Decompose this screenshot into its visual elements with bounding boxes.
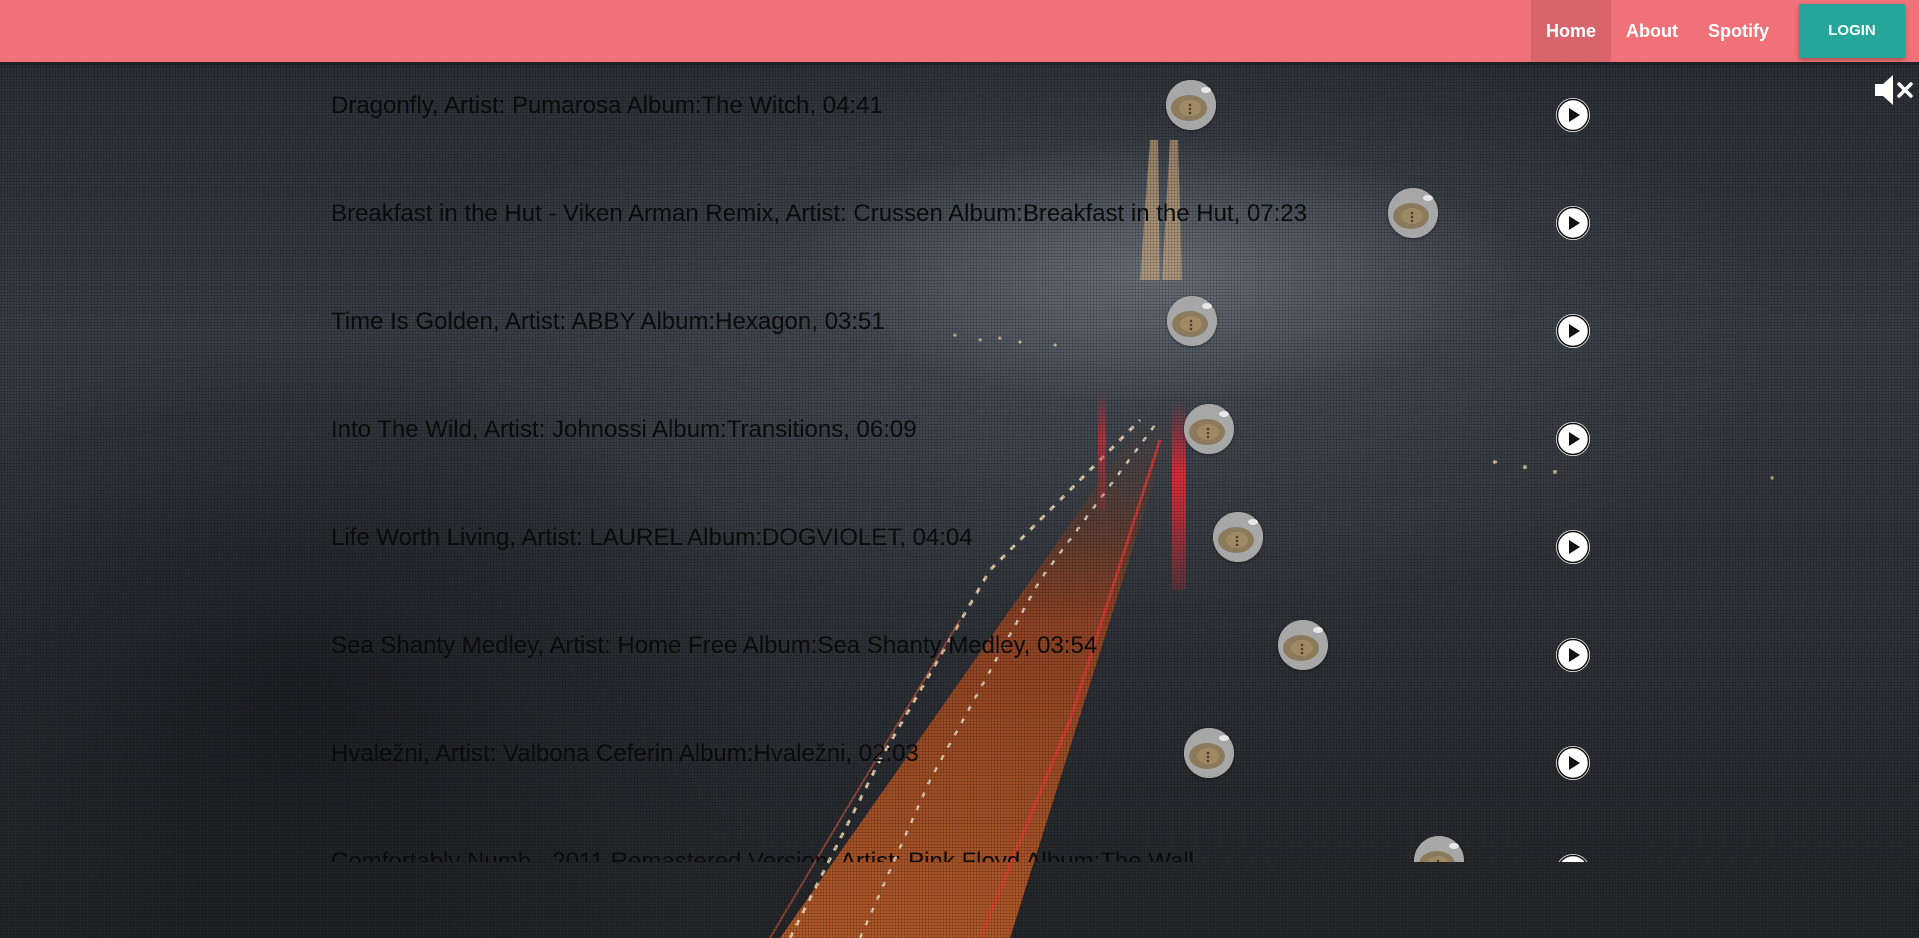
album-cover-icon[interactable] <box>1388 188 1438 238</box>
album-cover-icon[interactable] <box>1213 512 1263 562</box>
album-cover-icon[interactable] <box>1184 728 1234 778</box>
song-title: Dragonfly, Artist: Pumarosa Album:The Wi… <box>331 92 883 119</box>
play-icon[interactable] <box>1556 98 1590 132</box>
song-title: Sea Shanty Medley, Artist: Home Free Alb… <box>331 632 1098 659</box>
song-title: Comfortably Numb - 2011 Remastered Versi… <box>331 848 1195 862</box>
volume-mute-icon[interactable] <box>1871 70 1919 110</box>
song-title: Life Worth Living, Artist: LAUREL Album:… <box>331 524 973 551</box>
song-row: Time Is Golden, Artist: ABBY Album:Hexag… <box>331 278 1611 386</box>
navbar: Home About Spotify LOGIN <box>0 0 1919 62</box>
album-cover-icon[interactable] <box>1278 620 1328 670</box>
song-row: Comfortably Numb - 2011 Remastered Versi… <box>331 818 1611 862</box>
nav-links: Home About Spotify LOGIN <box>1531 0 1919 62</box>
play-icon[interactable] <box>1556 746 1590 780</box>
play-icon[interactable] <box>1556 854 1590 862</box>
nav-spotify-link[interactable]: Spotify <box>1693 0 1784 62</box>
song-row: Into The Wild, Artist: Johnossi Album:Tr… <box>331 386 1611 494</box>
song-title: Breakfast in the Hut - Viken Arman Remix… <box>331 200 1307 227</box>
play-icon[interactable] <box>1556 422 1590 456</box>
album-cover-icon[interactable] <box>1414 836 1464 862</box>
song-title: Time Is Golden, Artist: ABBY Album:Hexag… <box>331 308 885 335</box>
song-row: Sea Shanty Medley, Artist: Home Free Alb… <box>331 602 1611 710</box>
play-icon[interactable] <box>1556 314 1590 348</box>
play-icon[interactable] <box>1556 206 1590 240</box>
play-icon[interactable] <box>1556 638 1590 672</box>
album-cover-icon[interactable] <box>1184 404 1234 454</box>
song-row: Life Worth Living, Artist: LAUREL Album:… <box>331 494 1611 602</box>
album-cover-icon[interactable] <box>1167 296 1217 346</box>
song-row: Breakfast in the Hut - Viken Arman Remix… <box>331 170 1611 278</box>
song-title: Into The Wild, Artist: Johnossi Album:Tr… <box>331 416 917 443</box>
song-list: Dragonfly, Artist: Pumarosa Album:The Wi… <box>331 62 1611 862</box>
nav-about-link[interactable]: About <box>1611 0 1693 62</box>
song-title: Hvaležni, Artist: Valbona Ceferin Album:… <box>331 740 919 767</box>
login-button[interactable]: LOGIN <box>1799 4 1905 58</box>
play-icon[interactable] <box>1556 530 1590 564</box>
album-cover-icon[interactable] <box>1166 80 1216 130</box>
song-row: Hvaležni, Artist: Valbona Ceferin Album:… <box>331 710 1611 818</box>
nav-home-link[interactable]: Home <box>1531 0 1612 62</box>
song-row: Dragonfly, Artist: Pumarosa Album:The Wi… <box>331 62 1611 170</box>
